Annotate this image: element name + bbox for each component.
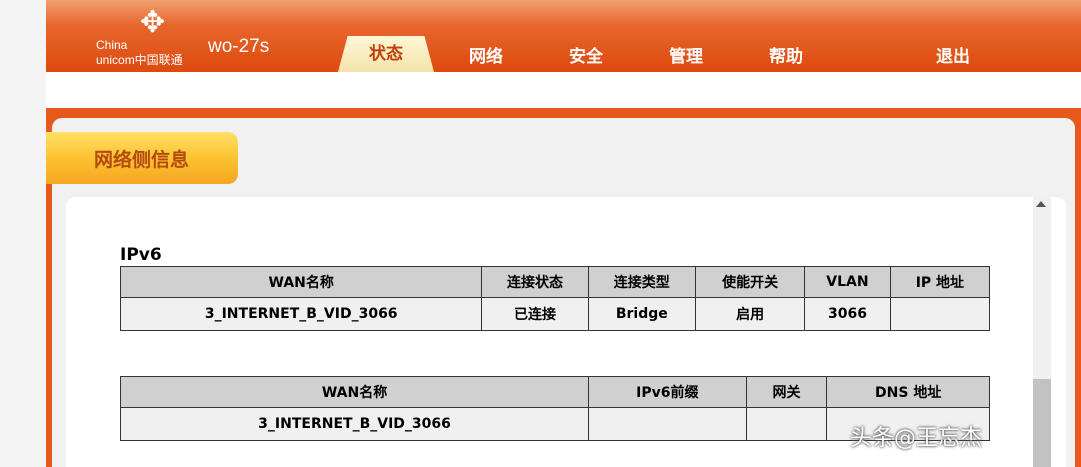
tab-logout[interactable]: 退出 [936, 42, 970, 67]
col-enable-switch: 使能开关 [695, 266, 806, 298]
col-dns-address: DNS 地址 [826, 376, 990, 408]
table-header-row: WAN名称 连接状态 连接类型 使能开关 VLAN IP 地址 [119, 266, 991, 298]
col-wan-name: WAN名称 [119, 376, 590, 408]
watermark-text: 头条@王忘杰 [850, 426, 983, 451]
tab-status[interactable]: 状态 [338, 36, 434, 72]
table-header-row: WAN名称 IPv6前缀 网关 DNS 地址 [119, 376, 990, 408]
cell-enable-switch: 启用 [695, 297, 806, 331]
top-navigation-bar: ✥ China unicom中国联通 wo-27s 状态 网络 安全 管理 帮助… [46, 0, 1081, 72]
section-header: 网络侧信息 [46, 132, 238, 184]
col-ip-address: IP 地址 [889, 266, 991, 298]
ipv6-wan-status-table: WAN名称 连接状态 连接类型 使能开关 VLAN IP 地址 3_INTERN… [119, 266, 991, 331]
logo-text-line1: China [96, 38, 128, 52]
cell-wan-name: 3_INTERNET_B_VID_3066 [119, 407, 590, 441]
tab-management[interactable]: 管理 [669, 42, 703, 67]
col-ipv6-prefix: IPv6前缀 [588, 376, 747, 408]
cell-ip-address [889, 297, 991, 331]
cell-vlan: 3066 [804, 297, 891, 331]
device-model: wo-27s [208, 36, 270, 57]
unicom-knot-icon: ✥ [140, 5, 166, 40]
sub-navigation-bar [46, 72, 1081, 108]
scroll-up-arrow-icon[interactable] [1036, 201, 1046, 207]
cell-gateway [745, 407, 828, 441]
cell-wan-name: 3_INTERNET_B_VID_3066 [119, 297, 483, 331]
col-vlan: VLAN [804, 266, 891, 298]
scrollbar-thumb[interactable] [1033, 379, 1051, 467]
section-title: 网络侧信息 [94, 149, 190, 171]
tab-status-label: 状态 [369, 44, 403, 64]
table-row: 3_INTERNET_B_VID_3066 已连接 Bridge 启用 3066 [119, 297, 991, 331]
china-unicom-logo: ✥ China unicom中国联通 [96, 5, 206, 68]
cell-connection-status: 已连接 [481, 297, 589, 331]
logo-text-line2: unicom中国联通 [96, 53, 183, 67]
col-gateway: 网关 [745, 376, 828, 408]
col-connection-status: 连接状态 [481, 266, 589, 298]
ipv6-heading: IPv6 [120, 245, 162, 265]
tab-network[interactable]: 网络 [469, 42, 503, 67]
col-connection-type: 连接类型 [587, 266, 697, 298]
left-margin [0, 0, 46, 467]
router-admin-app: ✥ China unicom中国联通 wo-27s 状态 网络 安全 管理 帮助… [46, 0, 1081, 467]
cell-ipv6-prefix [588, 407, 747, 441]
vertical-scrollbar[interactable] [1033, 197, 1051, 467]
tab-security[interactable]: 安全 [569, 42, 603, 67]
cell-connection-type: Bridge [587, 297, 697, 331]
col-wan-name: WAN名称 [119, 266, 483, 298]
tab-help[interactable]: 帮助 [769, 42, 803, 67]
